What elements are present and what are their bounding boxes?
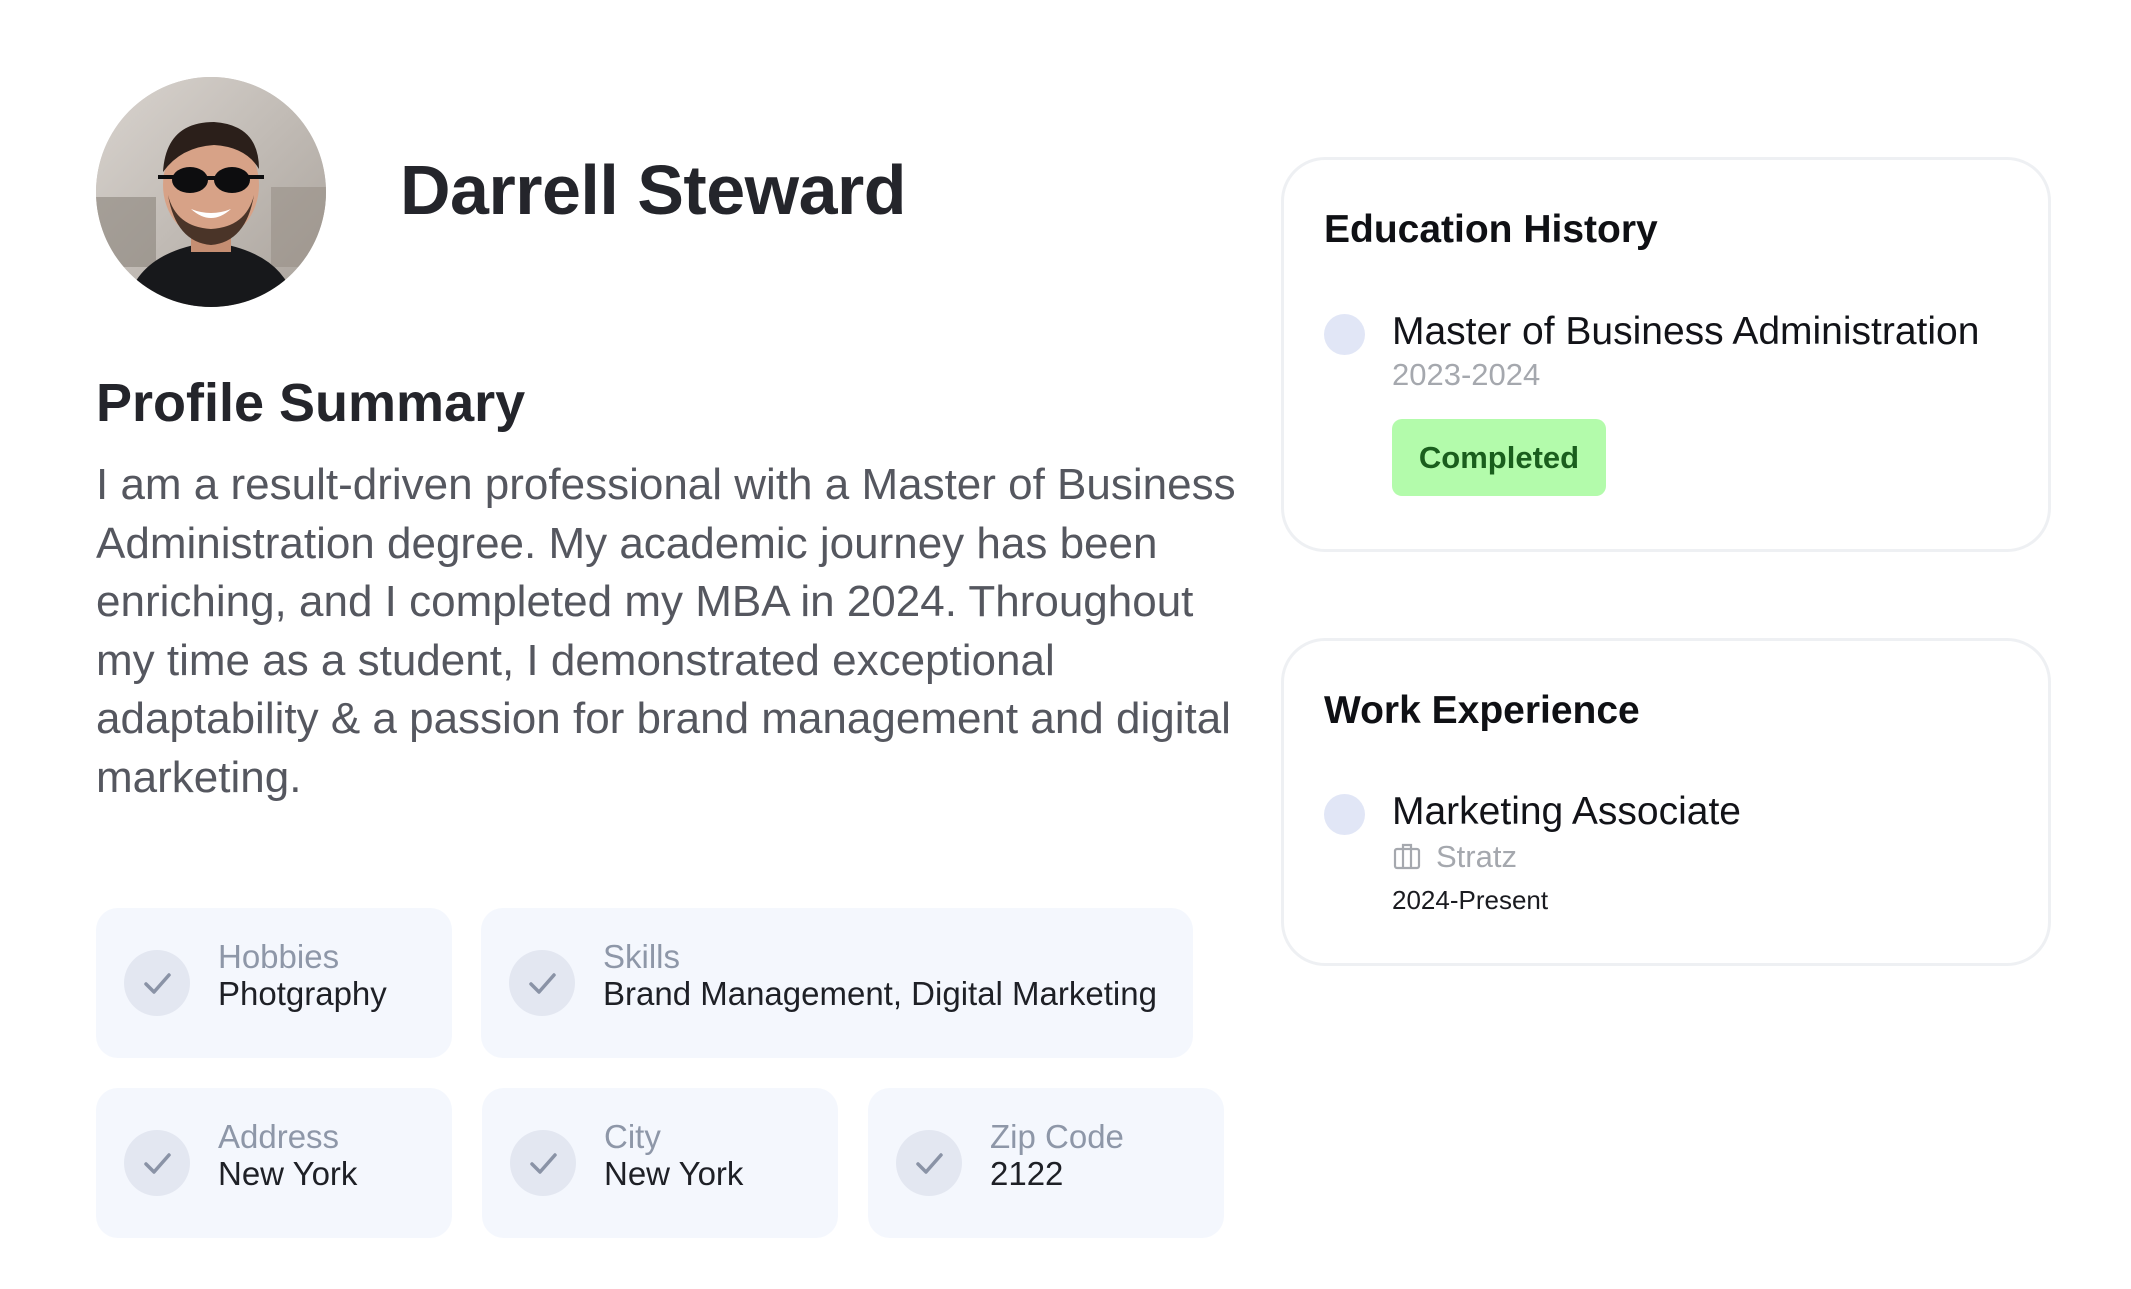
status-badge: Completed (1392, 419, 1606, 496)
check-icon (896, 1130, 962, 1196)
detail-label: Zip Code (990, 1118, 1124, 1155)
check-icon (510, 1130, 576, 1196)
check-icon (124, 950, 190, 1016)
avatar (96, 77, 326, 307)
detail-value: New York (604, 1155, 744, 1192)
detail-tile-zip-code: Zip Code 2122 (868, 1088, 1224, 1238)
detail-value: New York (218, 1155, 358, 1192)
building-icon (1393, 843, 1421, 870)
detail-tile-hobbies: Hobbies Photgraphy (96, 908, 452, 1058)
timeline-dot-icon (1324, 794, 1365, 835)
work-period: 2024-Present (1392, 885, 1549, 915)
detail-value: Photgraphy (218, 975, 387, 1012)
profile-photo (96, 77, 326, 307)
education-degree: Master of Business Administration (1392, 310, 1980, 353)
check-icon (124, 1130, 190, 1196)
profile-summary-text: I am a result-driven professional with a… (96, 460, 1236, 802)
detail-label: Address (218, 1118, 340, 1155)
work-company-name: Stratz (1436, 839, 1517, 874)
profile-name: Darrell Steward (400, 151, 907, 229)
detail-tile-city: City New York (482, 1088, 838, 1238)
education-history-heading: Education History (1324, 208, 1658, 251)
work-company: Stratz (1392, 839, 1517, 875)
timeline-dot-icon (1324, 314, 1365, 355)
detail-tile-address: Address New York (96, 1088, 452, 1238)
profile-summary-heading: Profile Summary (96, 373, 526, 433)
detail-tile-skills: Skills Brand Management, Digital Marketi… (481, 908, 1193, 1058)
detail-label: Hobbies (218, 938, 340, 975)
detail-label: City (604, 1118, 661, 1155)
work-role: Marketing Associate (1392, 790, 1742, 833)
check-icon (509, 950, 575, 1016)
work-experience-card: Work Experience Marketing Associate Stra… (1281, 638, 2051, 966)
education-history-card: Education History Master of Business Adm… (1281, 157, 2051, 552)
detail-value: 2122 (990, 1155, 1064, 1192)
education-years: 2023-2024 (1392, 357, 1541, 392)
work-experience-heading: Work Experience (1324, 689, 1640, 732)
detail-value: Brand Management, Digital Marketing (603, 975, 1157, 1012)
detail-label: Skills (603, 938, 681, 975)
